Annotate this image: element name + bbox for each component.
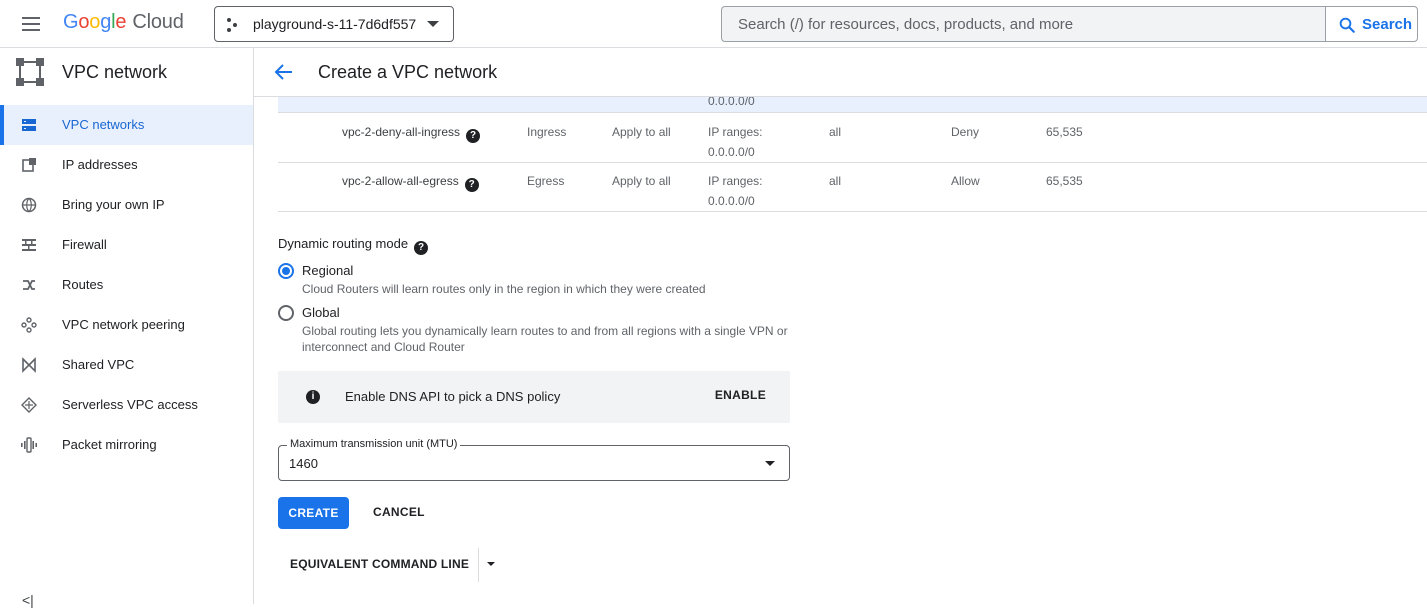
sidebar-nav: VPC networks IP addresses Bring your own…: [0, 105, 253, 465]
mtu-label: Maximum transmission unit (MTU): [287, 438, 461, 450]
search-button[interactable]: Search: [1325, 6, 1418, 42]
table-row: vpc-2-allow-all-egress? Egress Apply to …: [278, 163, 1427, 212]
dns-banner-text: Enable DNS API to pick a DNS policy: [345, 389, 561, 404]
sidebar-item-bring-your-own-ip[interactable]: Bring your own IP: [0, 185, 253, 225]
cell-action: Allow: [951, 174, 980, 188]
table-row-partial: 0.0.0.0/0: [278, 94, 1427, 113]
button-divider: [478, 548, 479, 582]
mtu-select[interactable]: Maximum transmission unit (MTU) 1460: [278, 438, 790, 481]
peering-icon: [21, 317, 37, 333]
sidebar-item-packet-mirroring[interactable]: Packet mirroring: [0, 425, 253, 465]
sidebar-item-label: VPC network peering: [62, 317, 185, 332]
sidebar-item-serverless-vpc-access[interactable]: Serverless VPC access: [0, 385, 253, 425]
cell-rule-name: vpc-2-deny-all-ingress?: [342, 122, 481, 143]
routes-icon: [23, 280, 35, 290]
sidebar-item-label: VPC networks: [62, 117, 145, 132]
project-picker[interactable]: playground-s-11-7d6df557: [214, 6, 454, 42]
cell-filters: IP ranges: 0.0.0.0/0: [708, 125, 763, 159]
globe-icon: [21, 197, 37, 213]
mtu-value: 1460: [289, 456, 318, 471]
help-icon[interactable]: ?: [414, 241, 429, 255]
main-content: Create a VPC network 0.0.0.0/0 vpc-2-den…: [254, 48, 1427, 604]
create-button[interactable]: CREATE: [278, 497, 349, 529]
sidebar-header: VPC network: [0, 48, 254, 97]
help-icon[interactable]: ?: [466, 129, 481, 143]
sidebar-item-label: Firewall: [62, 237, 107, 252]
packet-mirroring-icon: [21, 437, 37, 453]
collapse-sidebar-button[interactable]: <|: [22, 592, 34, 608]
ip-addresses-icon: [22, 158, 36, 172]
enable-dns-button[interactable]: ENABLE: [715, 388, 766, 402]
sidebar-item-label: Serverless VPC access: [62, 397, 198, 412]
search-icon: [1339, 17, 1355, 33]
dns-api-banner: i Enable DNS API to pick a DNS policy EN…: [278, 371, 790, 423]
cell-action: Deny: [951, 125, 980, 139]
equivalent-command-line-button[interactable]: EQUIVALENT COMMAND LINE: [290, 557, 469, 571]
cell-filters: IP ranges: 0.0.0.0/0: [708, 174, 763, 208]
project-name: playground-s-11-7d6df557: [253, 16, 417, 32]
search-input[interactable]: [722, 7, 1326, 41]
sidebar-item-label: Shared VPC: [62, 357, 135, 372]
chevron-down-icon: [427, 21, 439, 27]
info-icon: i: [306, 390, 320, 404]
dropdown-arrow-icon: [765, 461, 775, 466]
help-icon[interactable]: ?: [464, 178, 479, 192]
page-header: Create a VPC network: [254, 48, 1427, 97]
hamburger-menu-icon[interactable]: [20, 14, 44, 34]
cell-priority: 65,535: [1046, 174, 1083, 188]
shared-vpc-icon: [22, 357, 36, 373]
sidebar-item-routes[interactable]: Routes: [0, 265, 253, 305]
sidebar-item-label: Packet mirroring: [62, 437, 157, 452]
sidebar-item-shared-vpc[interactable]: Shared VPC: [0, 345, 253, 385]
table-row: vpc-2-deny-all-ingress? Ingress Apply to…: [278, 114, 1427, 163]
cell-protocols: all: [829, 125, 842, 139]
serverless-icon: [21, 397, 37, 413]
cancel-button[interactable]: CANCEL: [373, 505, 425, 519]
sidebar-item-label: IP addresses: [62, 157, 138, 172]
cell-protocols: all: [829, 174, 842, 188]
cell-direction: Egress: [527, 174, 565, 188]
sidebar-item-vpc-networks[interactable]: VPC networks: [0, 105, 253, 145]
google-cloud-logo[interactable]: Google Cloud: [63, 11, 184, 34]
regional-description: Cloud Routers will learn routes only in …: [302, 282, 706, 296]
radio-regional[interactable]: [278, 263, 294, 279]
regional-label[interactable]: Regional: [302, 263, 353, 278]
cell-direction: Ingress: [527, 125, 567, 139]
search-button-label: Search: [1362, 16, 1413, 33]
cell-rule-name: vpc-2-allow-all-egress?: [342, 171, 479, 192]
cell-priority: 65,535: [1046, 125, 1083, 139]
sidebar-item-ip-addresses[interactable]: IP addresses: [0, 145, 253, 185]
sidebar: VPC network VPC networks IP addresses Br…: [0, 48, 254, 608]
global-description: Global routing lets you dynamically lear…: [302, 324, 788, 354]
radio-global[interactable]: [278, 305, 294, 321]
firewall-icon: [22, 239, 36, 251]
cell-targets: Apply to all: [612, 125, 671, 139]
global-label[interactable]: Global: [302, 305, 340, 320]
sidebar-title: VPC network: [62, 62, 168, 82]
sidebar-item-vpc-network-peering[interactable]: VPC network peering: [0, 305, 253, 345]
sidebar-item-label: Routes: [62, 277, 104, 292]
vpc-networks-icon: [22, 119, 36, 131]
top-bar: Google Cloud playground-s-11-7d6df557 Sea…: [0, 0, 1427, 48]
vpc-network-product-icon: [16, 58, 44, 86]
chevron-down-icon[interactable]: [487, 562, 495, 566]
dynamic-routing-label: Dynamic routing mode?: [278, 236, 429, 255]
project-icon: [227, 18, 241, 32]
page-title: Create a VPC network: [318, 62, 498, 82]
sidebar-item-label: Bring your own IP: [62, 197, 165, 212]
cell-targets: Apply to all: [612, 174, 671, 188]
back-arrow-icon[interactable]: [272, 60, 296, 84]
sidebar-item-firewall[interactable]: Firewall: [0, 225, 253, 265]
search-container: [721, 6, 1326, 42]
